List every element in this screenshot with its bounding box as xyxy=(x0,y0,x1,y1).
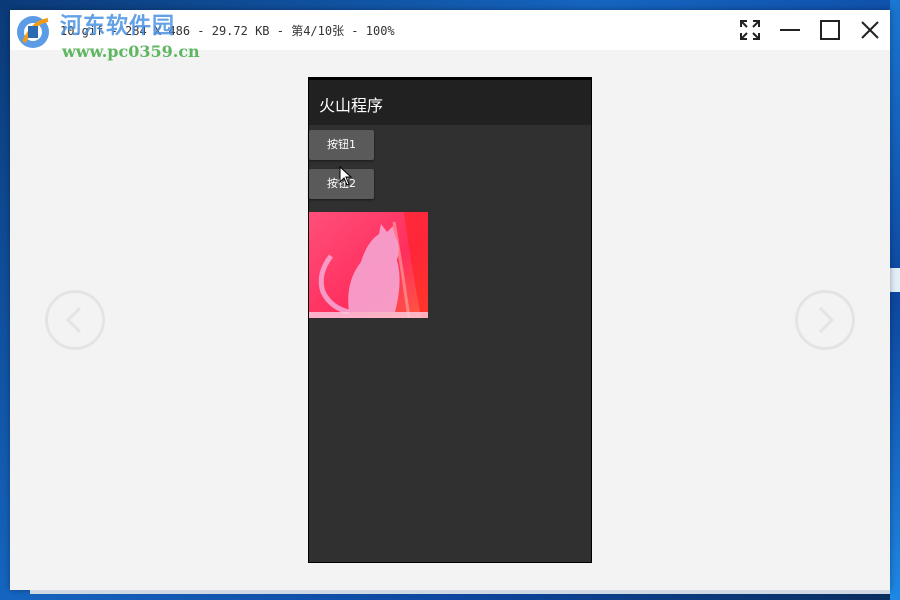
app-action-bar: 火山程序 xyxy=(309,80,591,125)
image-viewer-window: 10.gif - 284 X 486 - 29.72 KB - 第4/10张 -… xyxy=(10,10,890,590)
maximize-icon xyxy=(820,20,840,40)
displayed-image-app-screenshot: 火山程序 按钮1 按钮2 xyxy=(308,77,592,563)
close-button[interactable] xyxy=(856,16,884,44)
minimize-icon xyxy=(780,29,800,31)
chevron-left-icon xyxy=(65,306,82,334)
fullscreen-button[interactable] xyxy=(736,16,764,44)
cat-picture xyxy=(309,212,428,318)
next-image-button[interactable] xyxy=(795,290,855,350)
maximize-button[interactable] xyxy=(816,16,844,44)
app-logo-icon xyxy=(14,12,56,50)
fullscreen-icon xyxy=(740,20,760,40)
button-2[interactable]: 按钮2 xyxy=(309,169,374,199)
previous-image-button[interactable] xyxy=(45,290,105,350)
minimize-button[interactable] xyxy=(776,16,804,44)
app-title: 火山程序 xyxy=(319,96,384,115)
button-1[interactable]: 按钮1 xyxy=(309,130,374,160)
watermark-url: www.pc0359.cn xyxy=(62,42,200,61)
window-shadow xyxy=(30,590,890,594)
desktop-background-edge xyxy=(890,0,900,600)
watermark-site-name: 河东软件园 xyxy=(60,13,176,39)
chevron-right-icon xyxy=(818,306,835,334)
close-icon xyxy=(861,21,879,39)
